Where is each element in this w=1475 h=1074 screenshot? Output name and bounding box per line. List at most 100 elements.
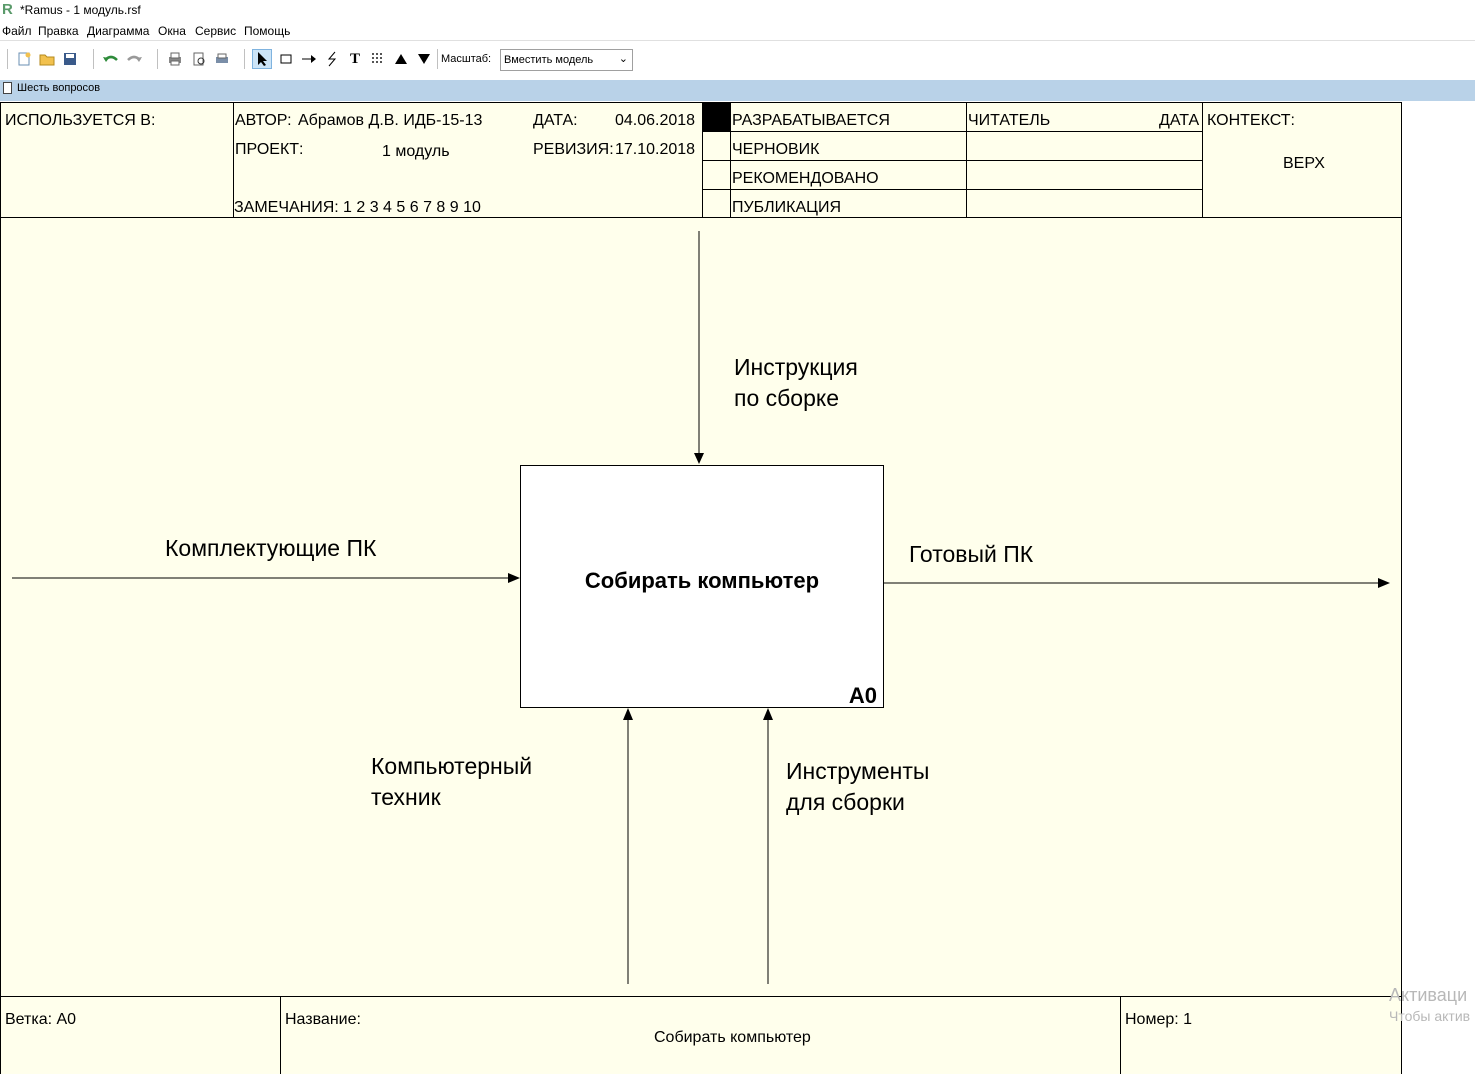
mechanism-label-tools[interactable]: Инструменты для сборки (786, 756, 929, 818)
frame-line (702, 131, 1202, 132)
toolbar-separator (437, 49, 438, 69)
page-setup-icon (216, 53, 228, 63)
grid-tool-button[interactable] (368, 49, 388, 69)
tab-six-questions[interactable]: Шесть вопросов (3, 82, 100, 94)
frame-line (0, 102, 1, 1074)
pointer-icon (258, 52, 267, 66)
mechanism-label-line: Компьютерный (371, 753, 533, 779)
toolbar-separator (157, 49, 158, 69)
print-button[interactable] (165, 49, 185, 69)
menu-windows[interactable]: Окна (158, 24, 186, 38)
control-label[interactable]: Инструкция по сборке (734, 352, 858, 414)
new-file-button[interactable] (14, 49, 34, 69)
function-box-title: Собирать компьютер (584, 568, 820, 593)
save-button[interactable] (60, 49, 80, 69)
rectangle-icon (280, 54, 292, 64)
printer-icon (169, 52, 181, 66)
activation-watermark: Активаци (1389, 985, 1468, 1005)
frame-line (0, 102, 1402, 103)
number-label: Номер: 1 (1125, 1011, 1193, 1028)
triangle-down-icon (418, 54, 430, 64)
mechanism-label-line: для сборки (786, 789, 905, 815)
toolbar-separator (93, 49, 94, 69)
status-recommended: РЕКОМЕНДОВАНО (732, 170, 879, 187)
mechanism-label-technician[interactable]: Компьютерный техник (371, 751, 532, 813)
chevron-down-icon: ⌄ (618, 53, 628, 65)
open-file-button[interactable] (37, 49, 57, 69)
print-preview-icon (193, 52, 205, 66)
folder-icon (39, 54, 55, 66)
document-icon (3, 82, 12, 94)
input-label[interactable]: Комплектующие ПК (165, 535, 376, 562)
title-label: Название: (285, 1011, 361, 1028)
status-draft: ЧЕРНОВИК (732, 141, 820, 158)
frame-line (0, 996, 1402, 997)
menu-bar: Файл Правка Диаграмма Окна Сервис Помощь (0, 21, 1475, 40)
function-box-id: A0 (848, 683, 877, 708)
zoom-label: Масштаб: (441, 53, 492, 65)
author-value: Абрамов Д.В. ИДБ-15-13 (298, 112, 483, 129)
frame-line (1401, 102, 1402, 1074)
frame-line (0, 217, 1402, 218)
control-label-line: по сборке (734, 385, 840, 411)
undo-icon (103, 55, 118, 62)
window-title: *Ramus - 1 модуль.rsf (20, 3, 141, 17)
tab-label: Шесть вопросов (17, 82, 101, 94)
revision-label: РЕВИЗИЯ: (533, 141, 614, 158)
notes-label: ЗАМЕЧАНИЯ: (234, 199, 339, 216)
redo-button[interactable] (124, 49, 144, 69)
squiggle-tool-button[interactable] (322, 49, 342, 69)
triangle-up-icon (395, 54, 407, 64)
go-up-button[interactable] (391, 49, 411, 69)
menu-edit[interactable]: Правка (38, 24, 79, 38)
app-logo: R (2, 1, 13, 18)
menu-diagram[interactable]: Диаграмма (87, 24, 149, 38)
output-label[interactable]: Готовый ПК (909, 541, 1033, 568)
status-marker (703, 103, 730, 131)
reader-date-label: ДАТА (1159, 112, 1200, 129)
function-box-a0[interactable]: Собирать компьютер A0 (520, 465, 884, 708)
title-bar: R *Ramus - 1 модуль.rsf (0, 0, 1475, 20)
reader-label: ЧИТАТЕЛЬ (968, 112, 1051, 129)
date-label: ДАТА: (533, 112, 578, 129)
menu-help[interactable]: Помощь (244, 24, 290, 38)
arrow-tool-button[interactable] (299, 49, 319, 69)
squiggle-icon (327, 51, 337, 67)
menu-file[interactable]: Файл (2, 24, 32, 38)
zoom-value: Вместить модель (504, 54, 594, 66)
pointer-tool-button[interactable] (252, 49, 272, 69)
context-value: ВЕРХ (1283, 155, 1325, 172)
frame-line (702, 160, 1202, 161)
page-setup-button[interactable] (212, 49, 232, 69)
notes-value: 1 2 3 4 5 6 7 8 9 10 (343, 199, 481, 216)
diagram-tab-bar: Шесть вопросов (0, 80, 1475, 101)
toolbar-separator (7, 49, 8, 69)
status-publication: ПУБЛИКАЦИЯ (732, 199, 842, 216)
status-working: РАЗРАБАТЫВАЕТСЯ (732, 112, 890, 129)
undo-button[interactable] (101, 49, 121, 69)
frame-line (1202, 102, 1203, 217)
revision-value: 17.10.2018 (615, 141, 696, 158)
text-tool-button[interactable]: T (345, 49, 365, 69)
title-value: Собирать компьютер (654, 1029, 811, 1046)
save-icon (64, 53, 76, 65)
redo-icon (127, 55, 142, 62)
author-label: АВТОР: (235, 112, 292, 129)
mechanism-label-line: техник (371, 784, 441, 810)
menu-service[interactable]: Сервис (195, 24, 236, 38)
activation-watermark-sub: Чтобы актив (1389, 1008, 1471, 1024)
control-label-line: Инструкция (734, 354, 858, 380)
go-down-button[interactable] (414, 49, 434, 69)
toolbar-separator (244, 49, 245, 69)
box-tool-button[interactable] (276, 49, 296, 69)
frame-line (702, 189, 1202, 190)
project-value: 1 модуль (382, 143, 450, 160)
frame-line (280, 996, 281, 1074)
frame-line (1120, 996, 1121, 1074)
print-preview-button[interactable] (189, 49, 209, 69)
context-label: КОНТЕКСТ: (1207, 112, 1295, 129)
arrow-right-icon (302, 55, 316, 63)
project-label: ПРОЕКТ: (235, 141, 304, 158)
zoom-select[interactable]: Вместить модель ⌄ (500, 49, 633, 71)
used-in-label: ИСПОЛЬЗУЕТСЯ В: (5, 112, 156, 129)
